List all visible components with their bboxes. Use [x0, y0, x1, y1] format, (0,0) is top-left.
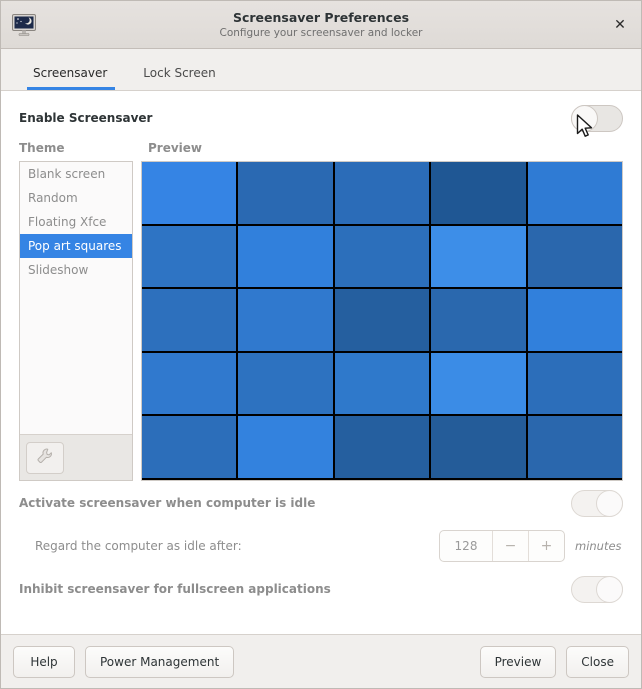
toggle-knob [596, 489, 623, 517]
preview-cell-1-0 [142, 225, 237, 288]
preview-cell-2-0 [142, 289, 237, 351]
preview-cell-4-3 [431, 416, 526, 478]
theme-item-slideshow[interactable]: Slideshow [20, 258, 132, 282]
preview-cell-0-0 [142, 162, 237, 224]
tab-screensaver[interactable]: Screensaver [19, 66, 129, 90]
preview-pane [141, 161, 623, 481]
activate-when-idle-label: Activate screensaver when computer is id… [19, 496, 316, 510]
footer-left-buttons: Help Power Management [13, 645, 235, 678]
theme-heading: Theme [19, 141, 65, 155]
theme-item-blank-screen[interactable]: Blank screen [20, 162, 132, 186]
inhibit-fullscreen-row: Inhibit screensaver for fullscreen appli… [19, 567, 623, 611]
enable-screensaver-label: Enable Screensaver [19, 111, 153, 125]
preview-button[interactable]: Preview [479, 645, 557, 678]
screensaver-tab-panel: Enable Screensaver Theme Preview Blank s… [1, 91, 641, 634]
preview-cell-0-1 [238, 162, 333, 224]
preview-cell-4-1 [238, 416, 333, 478]
power-management-button[interactable]: Power Management [85, 645, 235, 678]
tab-lock-screen-label: Lock Screen [143, 66, 216, 80]
title-bar: Screensaver Preferences Configure your s… [1, 1, 641, 49]
idle-delay-decrement-button[interactable]: − [492, 531, 528, 561]
preview-cell-1-3 [431, 225, 526, 288]
idle-delay-label: Regard the computer as idle after: [35, 539, 242, 553]
enable-screensaver-row: Enable Screensaver [19, 91, 623, 139]
preview-cell-1-1 [238, 225, 333, 288]
theme-pane: Blank screen Random Floating Xfce Pop ar… [19, 161, 133, 481]
wrench-configure-icon [36, 447, 54, 469]
preview-cell-1-2 [334, 225, 430, 288]
screensaver-preferences-window: Screensaver Preferences Configure your s… [0, 0, 642, 689]
screensaver-monitor-icon [9, 10, 39, 40]
activate-when-idle-row: Activate screensaver when computer is id… [19, 481, 623, 525]
preview-cell-3-2 [334, 352, 430, 415]
idle-delay-increment-button[interactable]: + [528, 531, 564, 561]
configure-theme-button[interactable] [26, 441, 64, 474]
theme-preview-panes: Blank screen Random Floating Xfce Pop ar… [19, 161, 623, 481]
window-subtitle: Configure your screensaver and locker [219, 26, 423, 39]
tab-screensaver-label: Screensaver [33, 66, 108, 80]
title-text-block: Screensaver Preferences Configure your s… [1, 1, 641, 48]
toggle-knob [596, 575, 623, 603]
theme-item-random[interactable]: Random [20, 186, 132, 210]
theme-toolbar [20, 434, 132, 480]
preview-cell-3-0 [142, 352, 237, 415]
preview-cell-3-4 [527, 352, 622, 415]
preview-cell-0-3 [431, 162, 526, 224]
idle-delay-control: 128 − + minutes [439, 530, 623, 562]
activate-when-idle-toggle[interactable] [571, 489, 623, 517]
footer-right-buttons: Preview Close [479, 645, 629, 678]
pop-art-squares-preview [142, 162, 622, 480]
preview-cell-2-3 [431, 289, 526, 351]
preview-cell-0-4 [527, 162, 622, 224]
tab-bar: Screensaver Lock Screen [1, 49, 641, 91]
preview-heading: Preview [148, 141, 203, 155]
tab-lock-screen[interactable]: Lock Screen [129, 66, 237, 90]
idle-delay-row: Regard the computer as idle after: 128 −… [19, 525, 623, 567]
close-icon[interactable]: ✕ [609, 14, 631, 36]
preview-cell-4-4 [527, 416, 622, 478]
dialog-footer: Help Power Management Preview Close [1, 634, 641, 688]
inhibit-fullscreen-toggle[interactable] [571, 575, 623, 603]
theme-list[interactable]: Blank screen Random Floating Xfce Pop ar… [20, 162, 132, 434]
preview-cell-4-2 [334, 416, 430, 478]
enable-screensaver-toggle[interactable] [571, 104, 623, 132]
preview-cell-3-1 [238, 352, 333, 415]
idle-delay-units-label: minutes [575, 539, 622, 553]
section-headings: Theme Preview [19, 141, 623, 161]
theme-item-pop-art-squares[interactable]: Pop art squares [20, 234, 132, 258]
idle-delay-input[interactable]: 128 [440, 531, 492, 561]
toggle-knob [571, 104, 598, 132]
close-button[interactable]: Close [566, 645, 629, 678]
preview-cell-3-3 [431, 352, 526, 415]
theme-item-floating-xfce[interactable]: Floating Xfce [20, 210, 132, 234]
preview-cell-2-1 [238, 289, 333, 351]
preview-cell-1-4 [527, 225, 622, 288]
preview-cell-2-4 [527, 289, 622, 351]
idle-delay-spinner[interactable]: 128 − + [439, 530, 565, 562]
inhibit-fullscreen-label: Inhibit screensaver for fullscreen appli… [19, 582, 331, 596]
preview-cell-2-2 [334, 289, 430, 351]
window-title: Screensaver Preferences [232, 9, 410, 25]
preview-cell-4-0 [142, 416, 237, 478]
help-button[interactable]: Help [13, 645, 75, 678]
preview-cell-0-2 [334, 162, 430, 224]
